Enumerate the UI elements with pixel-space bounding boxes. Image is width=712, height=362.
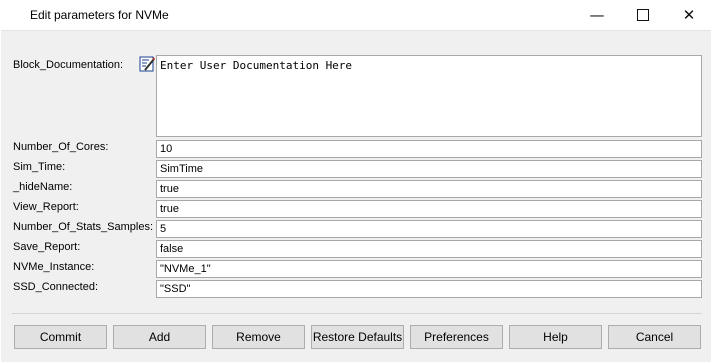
cancel-button[interactable]: Cancel	[608, 325, 701, 349]
param-input-hide-name[interactable]: true	[156, 180, 702, 198]
param-input-ssd-connected[interactable]: "SSD"	[156, 280, 702, 298]
remove-button[interactable]: Remove	[212, 325, 305, 349]
window-title: Edit parameters for NVMe	[30, 8, 169, 22]
dialog-body: Block_Documentation: Enter User Document…	[1, 30, 711, 362]
preferences-button[interactable]: Preferences	[410, 325, 503, 349]
block-documentation-textarea[interactable]: Enter User Documentation Here	[156, 55, 702, 137]
maximize-icon[interactable]	[620, 0, 666, 30]
commit-button[interactable]: Commit	[14, 325, 107, 349]
param-label-save-report: Save_Report:	[13, 241, 81, 253]
add-button[interactable]: Add	[113, 325, 206, 349]
minimize-icon[interactable]: —	[574, 0, 620, 30]
param-input-sim-time[interactable]: SimTime	[156, 160, 702, 178]
help-button[interactable]: Help	[509, 325, 602, 349]
param-label-ssd-connected: SSD_Connected:	[13, 281, 98, 293]
edit-document-icon[interactable]	[139, 56, 156, 72]
param-label-nvme-instance: NVMe_Instance:	[13, 261, 95, 273]
param-input-save-report[interactable]: false	[156, 240, 702, 258]
param-input-number-of-cores[interactable]: 10	[156, 140, 702, 158]
param-input-view-report[interactable]: true	[156, 200, 702, 218]
param-input-nvme-instance[interactable]: "NVMe_1"	[156, 260, 702, 278]
restore-defaults-button[interactable]: Restore Defaults	[311, 325, 404, 349]
param-label-hide-name: _hideName:	[13, 181, 73, 193]
block-documentation-label: Block_Documentation:	[13, 59, 124, 71]
divider	[12, 313, 702, 314]
title-bar[interactable]: Edit parameters for NVMe — ✕	[0, 0, 712, 30]
param-label-view-report: View_Report:	[13, 201, 79, 213]
close-icon[interactable]: ✕	[666, 0, 712, 30]
param-input-number-of-stats-samples[interactable]: 5	[156, 220, 702, 238]
param-label-number-of-cores: Number_Of_Cores:	[13, 141, 109, 153]
param-label-sim-time: Sim_Time:	[13, 161, 66, 173]
param-label-number-of-stats-samples: Number_Of_Stats_Samples:	[13, 221, 154, 233]
